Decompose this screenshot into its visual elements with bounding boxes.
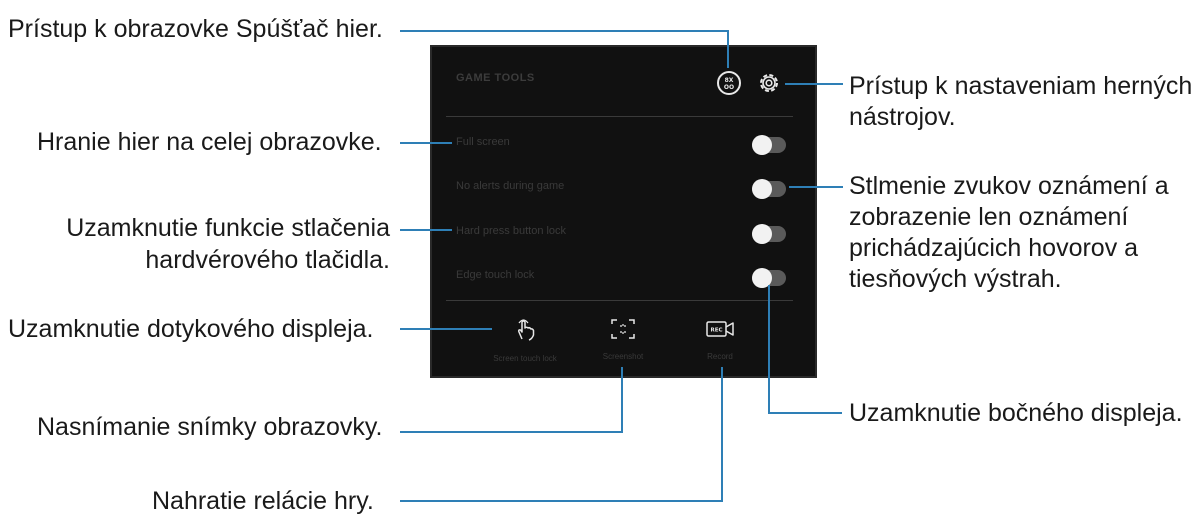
- panel-divider-top: [446, 116, 793, 117]
- game-launcher-icon[interactable]: 8X OO: [717, 71, 741, 95]
- toggle-hard-press[interactable]: [752, 224, 786, 244]
- leader-line-launcher-h: [400, 30, 728, 32]
- screenshot-icon: [611, 319, 635, 339]
- tool-label-screenshot: Screenshot: [602, 352, 644, 361]
- toggle-edge-touch[interactable]: [752, 268, 786, 288]
- row-label-no-alerts: No alerts during game: [456, 180, 565, 192]
- leader-line-screen-touch: [400, 328, 492, 330]
- tool-screenshot[interactable]: Screenshot: [578, 317, 668, 362]
- tool-label-record: Record: [707, 352, 733, 361]
- callout-hard-press-line1: Uzamknutie funkcie stlačenia: [66, 214, 390, 242]
- toggle-knob: [752, 179, 772, 199]
- leader-line-record-v: [721, 367, 723, 502]
- leader-line-hard-press: [400, 229, 452, 231]
- svg-text:OO: OO: [724, 84, 734, 90]
- rec-camera-icon: REC: [706, 321, 734, 337]
- gear-icon[interactable]: [756, 70, 782, 96]
- callout-settings-line2: nástrojov.: [849, 103, 956, 131]
- row-label-hard-press: Hard press button lock: [456, 225, 567, 237]
- callout-game-launcher: Prístup k obrazovke Spúšťač hier.: [8, 15, 383, 43]
- toggle-full-screen[interactable]: [752, 135, 786, 155]
- leader-line-no-alerts: [789, 186, 843, 188]
- callout-hard-press-line2: hardvérového tlačidla.: [145, 246, 390, 274]
- touch-hand-icon: [517, 319, 535, 341]
- toggle-no-alerts[interactable]: [752, 179, 786, 199]
- tool-record[interactable]: REC Record: [675, 317, 765, 362]
- callout-screenshot: Nasnímanie snímky obrazovky.: [37, 413, 383, 441]
- leader-line-edge-touch-v: [768, 285, 770, 414]
- leader-line-screenshot-v: [621, 367, 623, 433]
- svg-text:8X: 8X: [725, 77, 734, 84]
- leader-line-screenshot-h: [400, 431, 623, 433]
- callout-screen-touch: Uzamknutie dotykového displeja.: [8, 315, 374, 343]
- toggle-knob: [752, 135, 772, 155]
- row-label-edge-touch: Edge touch lock: [456, 269, 535, 281]
- leader-line-record-h: [400, 500, 723, 502]
- callout-no-alerts-line4: tiesňových výstrah.: [849, 265, 1062, 293]
- toggle-knob: [752, 224, 772, 244]
- callout-record: Nahratie relácie hry.: [152, 487, 374, 515]
- svg-text:REC: REC: [710, 328, 722, 334]
- panel-divider-bottom: [446, 300, 793, 301]
- row-label-full-screen: Full screen: [456, 136, 510, 148]
- callout-settings-line1: Prístup k nastaveniam herných: [849, 72, 1193, 100]
- leader-line-full-screen: [400, 142, 452, 144]
- leader-line-edge-touch-h: [768, 412, 842, 414]
- callout-edge-touch: Uzamknutie bočného displeja.: [849, 399, 1183, 427]
- panel-title: GAME TOOLS: [456, 72, 535, 84]
- callout-full-screen: Hranie hier na celej obrazovke.: [37, 128, 382, 156]
- tool-screen-touch-lock[interactable]: Screen touch lock: [480, 317, 570, 364]
- leader-line-launcher-v: [727, 30, 729, 68]
- tool-label-screen-touch-lock: Screen touch lock: [493, 354, 557, 363]
- callout-no-alerts-line2: zobrazenie len oznámení: [849, 203, 1129, 231]
- leader-line-settings: [785, 83, 843, 85]
- callout-no-alerts-line1: Stlmenie zvukov oznámení a: [849, 172, 1169, 200]
- callout-no-alerts-line3: prichádzajúcich hovorov a: [849, 234, 1139, 262]
- launcher-glyph: 8X OO: [724, 77, 734, 90]
